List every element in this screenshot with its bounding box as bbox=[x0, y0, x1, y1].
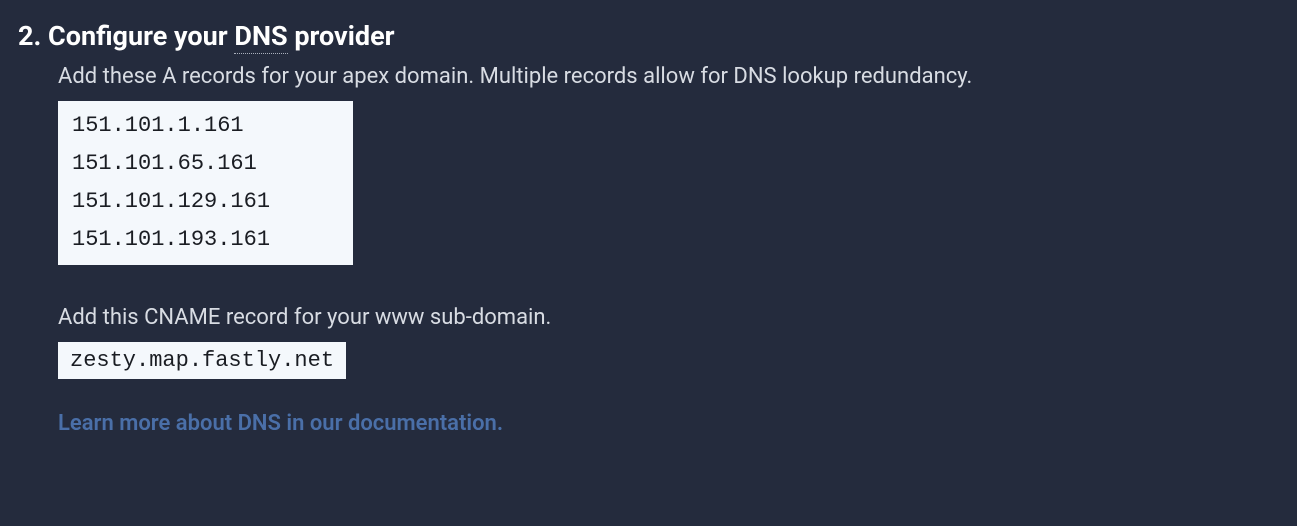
step-content: Add these A records for your apex domain… bbox=[18, 62, 1277, 436]
step-title-suffix: provider bbox=[288, 20, 395, 52]
a-records-block: 151.101.1.161 151.101.65.161 151.101.129… bbox=[58, 101, 353, 265]
a-record-line: 151.101.129.161 bbox=[72, 183, 339, 221]
dns-abbr: DNS bbox=[234, 20, 287, 54]
cname-description: Add this CNAME record for your www sub-d… bbox=[58, 303, 1277, 334]
a-record-line: 151.101.65.161 bbox=[72, 145, 339, 183]
step-number: 2. bbox=[18, 20, 41, 52]
learn-more-link[interactable]: Learn more about DNS in our documentatio… bbox=[58, 411, 1277, 436]
cname-section: Add this CNAME record for your www sub-d… bbox=[58, 303, 1277, 379]
a-records-description: Add these A records for your apex domain… bbox=[58, 62, 1277, 93]
cname-value: zesty.map.fastly.net bbox=[70, 348, 334, 373]
step-heading: 2. Configure your DNS provider bbox=[18, 20, 1277, 52]
cname-block: zesty.map.fastly.net bbox=[58, 342, 346, 379]
a-record-line: 151.101.193.161 bbox=[72, 221, 339, 253]
a-record-line: 151.101.1.161 bbox=[72, 113, 339, 145]
step-title-prefix: Configure your bbox=[48, 20, 234, 52]
